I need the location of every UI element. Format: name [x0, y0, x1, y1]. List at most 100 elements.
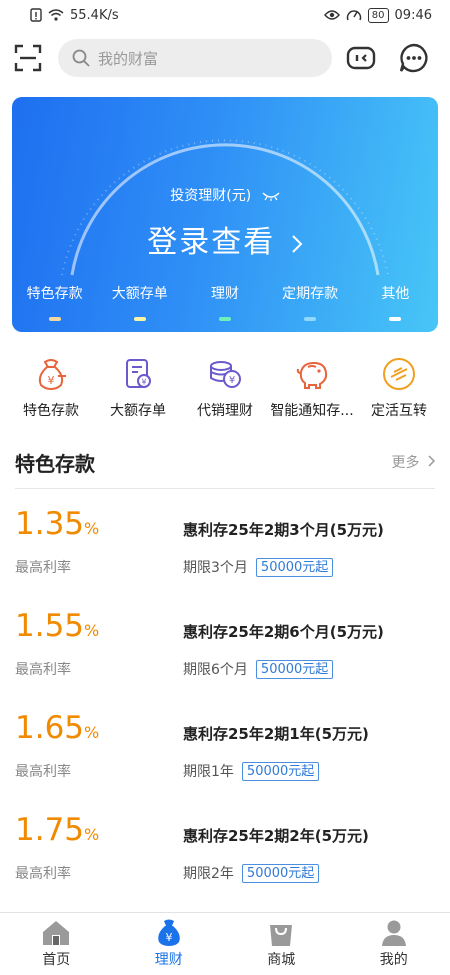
- nav-label: 理财: [154, 952, 183, 968]
- min-amount-badge: 50000元起: [255, 557, 334, 577]
- quick-item-smart-notice-deposit[interactable]: 智能通知存...: [269, 356, 355, 420]
- status-bar: 55.4K/s 80 09:46: [0, 0, 450, 30]
- eye-closed-icon[interactable]: [262, 191, 280, 201]
- product-term: 期限1年 50000元起: [183, 761, 320, 781]
- divider: [15, 488, 435, 489]
- header: 我的财富: [0, 36, 450, 80]
- section-title: 特色存款: [15, 452, 95, 476]
- nav-label: 首页: [42, 952, 71, 968]
- product-list: 1.35% 最高利率 惠利存25年2期3个月(5万元) 期限3个月 50000元起…: [0, 506, 450, 914]
- status-left: 55.4K/s: [30, 8, 119, 23]
- nav-label: 商城: [267, 952, 296, 968]
- term-text: 期限3个月: [183, 560, 248, 576]
- rate-value: 1.35: [15, 506, 85, 542]
- coins-icon: ¥: [210, 361, 241, 388]
- product-term: 期限6个月 50000元起: [183, 659, 334, 679]
- chevron-right-icon: [428, 455, 436, 467]
- tab-indicator: [48, 317, 61, 321]
- nav-mine[interactable]: 我的: [354, 913, 434, 975]
- rate-label: 最高利率: [15, 662, 71, 678]
- product-name: 惠利存25年2期6个月(5万元): [183, 623, 384, 641]
- tab-indicator: [218, 317, 231, 321]
- term-text: 期限6个月: [183, 662, 248, 678]
- rate-value: 1.65: [15, 710, 85, 746]
- tab-indicator: [133, 317, 146, 321]
- piggy-bank-icon: [296, 361, 328, 389]
- chevron-right-icon: [292, 234, 303, 253]
- rate-value: 1.55: [15, 608, 85, 644]
- clock: 09:46: [394, 7, 432, 23]
- nav-wealth[interactable]: ¥ 理财: [129, 913, 209, 975]
- product-name: 惠利存25年2期3个月(5万元): [183, 521, 384, 539]
- quick-item-label: 大额存单: [110, 403, 166, 419]
- quick-item-label: 特色存款: [23, 403, 79, 419]
- exchange-icon: [383, 358, 415, 390]
- quick-item-agency-wealth[interactable]: ¥ 代销理财: [182, 356, 268, 420]
- money-bag-icon: ¥: [38, 359, 66, 391]
- product-item[interactable]: 1.75% 最高利率 惠利存25年2期2年(5万元) 期限2年 50000元起: [0, 812, 450, 914]
- status-right: 80 09:46: [323, 7, 432, 23]
- banner-subtitle-text: 投资理财(元): [170, 188, 252, 204]
- tab-indicator: [389, 317, 402, 321]
- nav-shop[interactable]: 商城: [241, 913, 321, 975]
- user-icon: [381, 920, 406, 946]
- rate-value: 1.75: [15, 812, 85, 848]
- more-link-text: 更多: [391, 455, 420, 471]
- banner-tab-fixed-deposit[interactable]: 定期存款: [270, 283, 350, 321]
- term-text: 期限1年: [183, 764, 234, 780]
- wealth-icon: ¥: [158, 919, 180, 946]
- product-rate: 1.35%: [15, 506, 99, 542]
- svg-text:¥: ¥: [48, 374, 55, 387]
- banner-tab-wealth[interactable]: 理财: [185, 283, 265, 321]
- rate-unit: %: [84, 621, 100, 640]
- min-amount-badge: 50000元起: [241, 761, 320, 781]
- banner-tab-other[interactable]: 其他: [355, 283, 435, 321]
- term-text: 期限2年: [183, 866, 234, 882]
- banner-tab-label: 大额存单: [111, 286, 168, 302]
- product-item[interactable]: 1.35% 最高利率 惠利存25年2期3个月(5万元) 期限3个月 50000元起: [0, 506, 450, 608]
- banner-subtitle: 投资理财(元): [12, 185, 438, 205]
- robot-assistant-icon[interactable]: [346, 44, 376, 72]
- quick-item-large-cd[interactable]: ¥ 大额存单: [95, 356, 181, 420]
- banner-tabs: 特色存款 大额存单 理财 定期存款 其他: [12, 283, 438, 321]
- more-link[interactable]: 更多: [392, 452, 436, 472]
- rate-label: 最高利率: [15, 764, 71, 780]
- banner-tab-label: 其他: [381, 286, 410, 302]
- quick-menu: ¥ 特色存款 ¥ 大额存单 ¥ 代销理财 智能通知存... 定活互转: [0, 356, 450, 420]
- banner-tab-label: 定期存款: [282, 286, 339, 302]
- nav-label: 我的: [379, 952, 408, 968]
- network-speed: 55.4K/s: [70, 7, 119, 23]
- quick-item-featured-deposit[interactable]: ¥ 特色存款: [8, 356, 94, 420]
- rate-unit: %: [84, 519, 100, 538]
- login-to-view-button[interactable]: 登录查看: [12, 217, 438, 261]
- scan-icon[interactable]: [14, 44, 42, 72]
- nav-home[interactable]: 首页: [16, 913, 96, 975]
- search-input[interactable]: 我的财富: [58, 39, 332, 77]
- product-item[interactable]: 1.55% 最高利率 惠利存25年2期6个月(5万元) 期限6个月 50000元起: [0, 608, 450, 710]
- quick-item-fixed-demand-transfer[interactable]: 定活互转: [356, 356, 442, 420]
- battery-indicator: 80: [367, 7, 389, 23]
- product-item[interactable]: 1.65% 最高利率 惠利存25年2期1年(5万元) 期限1年 50000元起: [0, 710, 450, 812]
- quick-item-label: 智能通知存...: [270, 403, 354, 419]
- banner-tab-large-cd[interactable]: 大额存单: [100, 283, 180, 321]
- quick-item-label: 代销理财: [197, 403, 253, 419]
- wealth-banner[interactable]: 投资理财(元) 登录查看 特色存款 大额存单 理财 定期存款 其他: [12, 97, 438, 332]
- rate-label: 最高利率: [15, 560, 71, 576]
- product-name: 惠利存25年2期2年(5万元): [183, 827, 369, 845]
- product-rate: 1.65%: [15, 710, 99, 746]
- bottom-nav: 首页 ¥ 理财 商城 我的: [0, 912, 450, 975]
- home-icon: [43, 921, 70, 945]
- message-icon[interactable]: [398, 42, 430, 74]
- banner-tab-label: 特色存款: [26, 286, 83, 302]
- search-icon: [72, 49, 90, 67]
- search-placeholder: 我的财富: [98, 49, 159, 68]
- product-rate: 1.75%: [15, 812, 99, 848]
- quick-item-label: 定活互转: [371, 403, 427, 419]
- certificate-icon: ¥: [126, 359, 151, 388]
- svg-text:¥: ¥: [141, 378, 146, 387]
- product-term: 期限2年 50000元起: [183, 863, 320, 883]
- login-text: 登录查看: [147, 225, 276, 260]
- banner-tab-featured-deposit[interactable]: 特色存款: [15, 283, 95, 321]
- shop-bag-icon: [270, 925, 293, 946]
- product-rate: 1.55%: [15, 608, 99, 644]
